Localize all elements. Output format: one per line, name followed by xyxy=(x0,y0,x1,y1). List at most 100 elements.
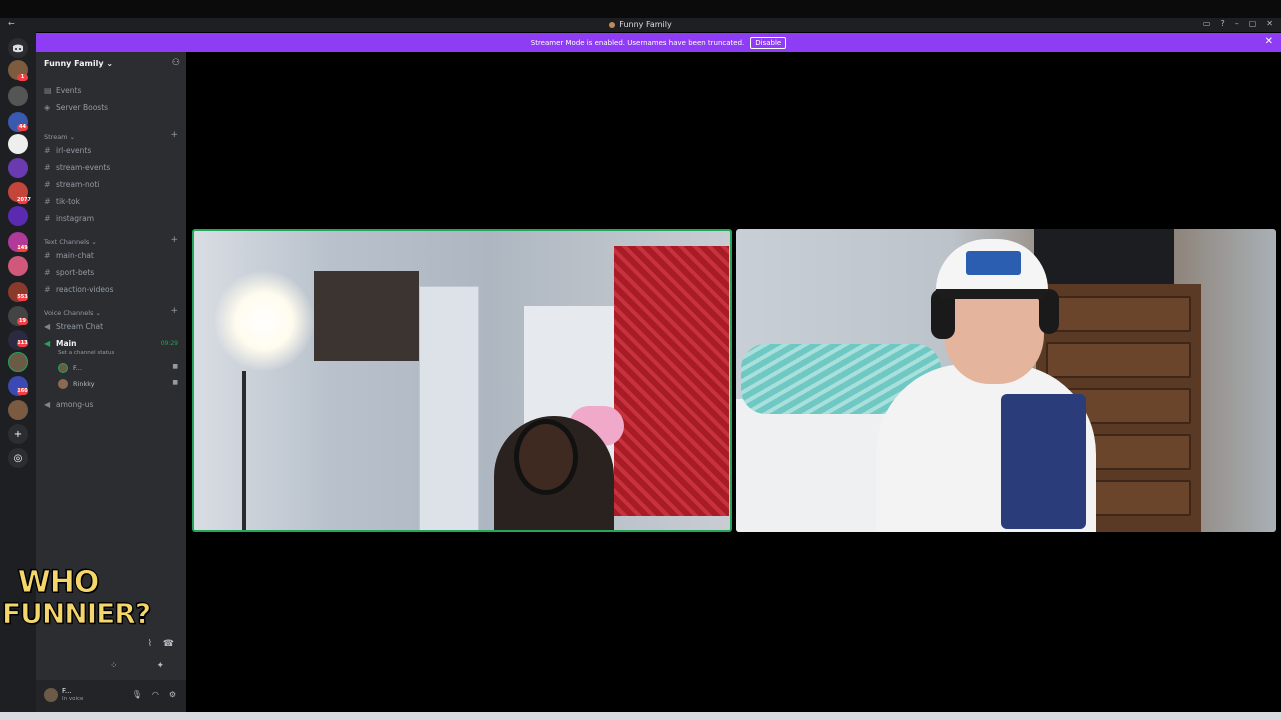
title-bar: ← Funny Family ▭ ? – ▢ ✕ xyxy=(0,18,1281,32)
speaker-icon: ◀ xyxy=(44,338,51,348)
boost-icon: ◈ xyxy=(44,102,51,112)
avatar xyxy=(58,379,68,389)
channel-main-chat[interactable]: # main-chat xyxy=(44,248,94,262)
door xyxy=(419,286,479,530)
hash-icon: # xyxy=(44,179,51,189)
hash-icon: # xyxy=(44,162,51,172)
taskbar xyxy=(0,712,1281,720)
lamp-pole xyxy=(242,371,246,530)
user-status: In voice xyxy=(62,696,84,702)
drawer xyxy=(1046,296,1191,332)
server-icon[interactable] xyxy=(8,400,28,420)
channel-status[interactable]: Set a channel status xyxy=(58,346,114,360)
curtain xyxy=(614,246,729,516)
avatar xyxy=(58,363,68,373)
sidebar-item-server-boosts[interactable]: ◈ Server Boosts xyxy=(44,100,108,114)
voice-connection-panel: ⌇ ☎ ⁘ ✦ xyxy=(36,632,186,680)
mention-badge: 19 xyxy=(17,318,28,325)
close-icon[interactable]: ✕ xyxy=(1265,36,1273,47)
disable-button[interactable]: Disable xyxy=(750,36,787,49)
category-stream[interactable]: Stream ⌄ xyxy=(44,133,75,141)
lamp-light xyxy=(214,271,314,371)
noise-suppression-icon[interactable]: ⌇ xyxy=(148,639,152,649)
channel-stream-events[interactable]: # stream-events xyxy=(44,160,110,174)
hash-icon: # xyxy=(44,145,51,155)
participant-head xyxy=(514,419,578,495)
server-icon xyxy=(609,22,616,28)
discord-icon[interactable] xyxy=(8,38,28,58)
mention-badge: 160 xyxy=(17,388,28,395)
banner-text: Streamer Mode is enabled. Usernames have… xyxy=(530,38,745,47)
channel-instagram[interactable]: # instagram xyxy=(44,211,94,225)
mention-badge: 149 xyxy=(17,245,28,252)
avatar[interactable] xyxy=(44,688,58,702)
mention-badge: 1 xyxy=(17,74,28,81)
hash-icon: # xyxy=(44,284,51,294)
channel-reaction-videos[interactable]: # reaction-videos xyxy=(44,282,114,296)
channel-tik-tok[interactable]: # tik-tok xyxy=(44,194,80,208)
headphones-icon[interactable]: ◠ xyxy=(152,690,159,699)
active-server-icon[interactable] xyxy=(8,352,28,372)
close-window-button[interactable]: ✕ xyxy=(1266,19,1273,28)
chevron-down-icon: ⌄ xyxy=(106,59,114,68)
drawer xyxy=(1046,342,1191,378)
hash-icon: # xyxy=(44,196,51,206)
hash-icon: # xyxy=(44,267,51,277)
television xyxy=(1034,229,1174,284)
microphone-icon[interactable]: 🎙 xyxy=(132,690,142,699)
wall-poster xyxy=(314,271,419,361)
server-icon[interactable] xyxy=(8,158,28,178)
help-icon[interactable]: ? xyxy=(1220,19,1224,28)
category-voice-channels[interactable]: Voice Channels ⌄ xyxy=(44,309,101,317)
category-text-channels[interactable]: Text Channels ⌄ xyxy=(44,238,97,246)
speaker-icon: ◀ xyxy=(44,321,51,331)
server-icon[interactable] xyxy=(8,134,28,154)
channel-stream-chat[interactable]: ◀ Stream Chat xyxy=(44,319,103,333)
sidebar-item-events[interactable]: ▤ Events xyxy=(44,83,81,97)
minimize-button[interactable]: – xyxy=(1235,19,1239,28)
soundboard-icon[interactable]: ✦ xyxy=(156,661,164,671)
server-icon[interactable] xyxy=(8,256,28,276)
video-tile[interactable] xyxy=(736,229,1276,532)
camera-icon: ■ xyxy=(172,363,178,370)
discover-icon[interactable]: ◎ xyxy=(8,448,28,468)
add-channel-icon[interactable]: + xyxy=(170,306,178,316)
activities-icon[interactable]: ⁘ xyxy=(110,661,118,671)
gear-icon[interactable]: ⚙ xyxy=(169,690,176,699)
window-controls: ▭ ? – ▢ ✕ xyxy=(1203,19,1273,28)
stream-overlay-title: WHO FUNNIER? xyxy=(2,567,152,628)
voice-member[interactable]: Rinkky xyxy=(58,378,95,390)
channel-stream-noti[interactable]: # stream-noti xyxy=(44,177,99,191)
add-channel-icon[interactable]: + xyxy=(170,130,178,140)
channel-irl-events[interactable]: # irl-events xyxy=(44,143,91,157)
mention-badge: 553 xyxy=(17,294,28,301)
username: F... xyxy=(62,687,72,695)
maximize-button[interactable]: ▢ xyxy=(1249,19,1257,28)
channel-sport-bets[interactable]: # sport-bets xyxy=(44,265,94,279)
camera-icon: ■ xyxy=(172,379,178,386)
server-icon[interactable] xyxy=(8,86,28,106)
inbox-icon[interactable]: ▭ xyxy=(1203,19,1211,28)
server-icon[interactable] xyxy=(8,206,28,226)
window-title: Funny Family xyxy=(0,20,1281,29)
channel-among-us[interactable]: ◀ among-us xyxy=(44,397,93,411)
streamer-mode-banner: Streamer Mode is enabled. Usernames have… xyxy=(36,33,1281,52)
hash-icon: # xyxy=(44,213,51,223)
voice-member[interactable]: F... xyxy=(58,362,82,374)
server-name: Funny Family xyxy=(44,59,104,68)
user-panel: F... In voice 🎙 ◠ ⚙ xyxy=(36,680,186,712)
disconnect-icon[interactable]: ☎ xyxy=(163,639,174,649)
calendar-icon: ▤ xyxy=(44,85,52,95)
voice-timer: 09:29 xyxy=(160,340,178,347)
mention-badge: 44 xyxy=(17,124,28,131)
server-header[interactable]: Funny Family ⌄ ⚇ xyxy=(36,52,186,76)
add-member-icon[interactable]: ⚇ xyxy=(172,58,180,68)
video-tile-speaking[interactable] xyxy=(192,229,732,532)
mention-badge: 2077 xyxy=(17,197,31,204)
mention-badge: 113 xyxy=(17,340,28,347)
hash-icon: # xyxy=(44,250,51,260)
add-channel-icon[interactable]: + xyxy=(170,235,178,245)
cap-logo xyxy=(966,251,1021,275)
video-stage xyxy=(186,52,1281,712)
add-server-icon[interactable]: + xyxy=(8,424,28,444)
